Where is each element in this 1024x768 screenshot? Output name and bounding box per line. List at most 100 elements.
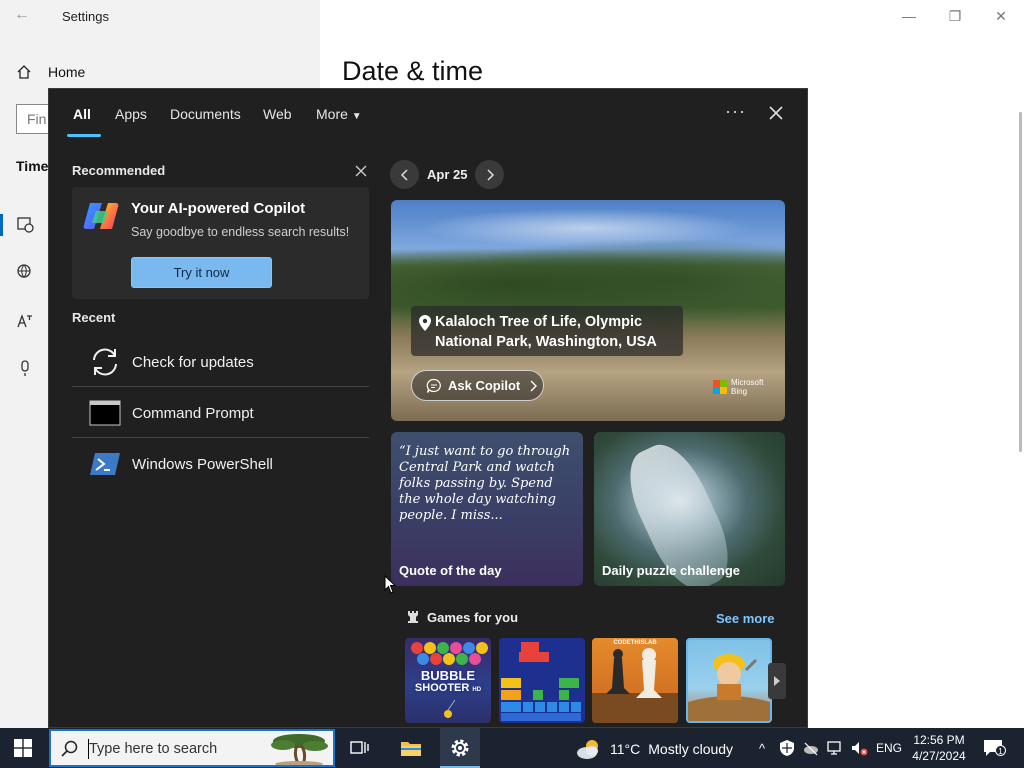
- file-explorer-icon[interactable]: [399, 736, 423, 760]
- taskbar-search-placeholder: Type here to search: [89, 741, 218, 757]
- chevron-right-icon: [530, 380, 538, 391]
- hero-location-box: Kalaloch Tree of Life, Olympic National …: [411, 306, 683, 356]
- chevron-right-icon: [487, 168, 495, 181]
- language-icon[interactable]: [16, 312, 34, 330]
- settings-home-link[interactable]: Home: [16, 64, 85, 80]
- clock-time: 12:56 PM: [913, 733, 965, 747]
- recent-heading: Recent: [72, 310, 116, 325]
- hero-highlight-card[interactable]: Kalaloch Tree of Life, Olympic National …: [391, 200, 785, 421]
- search-panel: All Apps Documents Web More ▼ ··· Recomm…: [48, 88, 808, 728]
- search-tabs: All Apps Documents Web More ▼ ···: [49, 89, 809, 139]
- recent-item-label: Windows PowerShell: [132, 455, 273, 473]
- home-label: Home: [48, 64, 86, 80]
- tab-all[interactable]: All: [73, 106, 91, 122]
- previous-day-button[interactable]: [390, 160, 419, 189]
- scroll-games-right-button[interactable]: [768, 663, 786, 699]
- bonsai-tree-icon: [271, 734, 328, 765]
- recommended-heading: Recommended: [72, 163, 166, 178]
- copilot-card-subtitle: Say goodbye to endless search results!: [131, 225, 350, 239]
- task-view-icon[interactable]: [348, 736, 372, 760]
- recent-item-check-for-updates[interactable]: Check for updates: [72, 337, 369, 387]
- bing-line2: Bing: [731, 387, 748, 396]
- next-day-button[interactable]: [475, 160, 505, 189]
- security-shield-icon[interactable]: [778, 739, 796, 757]
- globe-icon[interactable]: [16, 263, 34, 281]
- recent-item-label: Check for updates: [132, 353, 254, 371]
- bing-line1: Microsoft: [731, 378, 764, 387]
- ask-copilot-button[interactable]: Ask Copilot: [411, 370, 544, 401]
- refresh-icon: [88, 345, 122, 379]
- active-tab-indicator: [67, 134, 101, 137]
- clock-date: 4/27/2024: [912, 749, 966, 763]
- game-tile-chess[interactable]: CODETHISLAB: [592, 638, 678, 723]
- see-more-link[interactable]: See more: [716, 611, 775, 626]
- hero-location-text: Kalaloch Tree of Life, Olympic National …: [435, 314, 657, 350]
- notification-center-button[interactable]: 1: [982, 738, 1006, 758]
- puzzle-card-label: Daily puzzle challenge: [602, 563, 740, 578]
- games-heading: Games for you: [405, 609, 518, 625]
- daily-puzzle-card[interactable]: Daily puzzle challenge: [594, 432, 785, 586]
- microsoft-bing-logo: Microsoft Bing: [713, 378, 763, 396]
- dismiss-recommended-icon[interactable]: [353, 163, 369, 179]
- taskbar-clock[interactable]: 12:56 PM 4/27/2024: [906, 732, 972, 764]
- volume-muted-icon[interactable]: [850, 739, 868, 757]
- calendar-clock-icon[interactable]: [16, 215, 34, 233]
- onedrive-cloud-icon[interactable]: [802, 739, 820, 757]
- input-language-indicator[interactable]: ENG: [876, 741, 902, 755]
- command-prompt-icon: [88, 396, 122, 430]
- highlights-date-nav: Apr 25: [390, 160, 505, 189]
- tab-more-label: More: [316, 106, 348, 122]
- game-tile-miner[interactable]: [686, 638, 772, 723]
- sidebar-selection-indicator: [0, 214, 3, 236]
- tab-apps[interactable]: Apps: [115, 106, 147, 122]
- games-heading-label: Games for you: [427, 609, 519, 625]
- more-options-icon[interactable]: ···: [725, 101, 746, 122]
- page-title: Date & time: [342, 56, 484, 86]
- weather-widget[interactable]: 11°C Mostly cloudy: [576, 738, 733, 760]
- window-controls: — ❐ ✕: [886, 0, 1024, 32]
- bubble-shooter-logo-line1: BUBBLE: [420, 668, 476, 683]
- taskbar: Type here to search 11°C Mostly cloudy ^…: [0, 728, 1024, 768]
- settings-scrollbar[interactable]: [1019, 112, 1022, 452]
- settings-gear-icon: [451, 739, 469, 757]
- time-section-heading: Time: [16, 158, 49, 174]
- close-window-icon[interactable]: ✕: [978, 0, 1024, 32]
- taskbar-search-box[interactable]: Type here to search: [49, 729, 335, 767]
- notification-count: 1: [995, 745, 1006, 756]
- home-icon: [17, 65, 31, 79]
- caret-right-icon: [774, 676, 780, 686]
- copilot-card-title: Your AI-powered Copilot: [131, 200, 306, 217]
- quote-of-the-day-card[interactable]: “I just want to go through Central Park …: [391, 432, 583, 586]
- recent-divider: [72, 437, 369, 438]
- game-tile-bubble-shooter[interactable]: BUBBLE SHOOTER HD: [405, 638, 491, 723]
- microsoft-logo-icon: [713, 380, 727, 394]
- bubble-shooter-logo-line2: SHOOTER: [414, 682, 470, 694]
- chat-bubble-icon: [426, 378, 441, 393]
- settings-taskbar-button[interactable]: [440, 728, 480, 768]
- network-icon[interactable]: [826, 739, 844, 757]
- game-tile-block-puzzle[interactable]: [499, 638, 585, 723]
- recent-item-label: Command Prompt: [132, 404, 254, 422]
- minimize-icon[interactable]: —: [886, 0, 932, 32]
- restore-icon[interactable]: ❐: [932, 0, 978, 32]
- mouse-cursor-icon: [384, 575, 396, 594]
- weather-description: Mostly cloudy: [648, 741, 734, 757]
- chevron-left-icon: [400, 168, 408, 181]
- tab-web[interactable]: Web: [263, 106, 292, 122]
- chess-rook-icon: [408, 611, 418, 623]
- tab-documents[interactable]: Documents: [170, 106, 241, 122]
- quote-text: “I just want to go through Central Park …: [399, 444, 571, 523]
- miner-art: [688, 654, 770, 721]
- show-hidden-icons-chevron-up-icon[interactable]: ^: [753, 739, 771, 757]
- windows-start-icon[interactable]: [14, 739, 32, 757]
- back-arrow-icon[interactable]: ←: [14, 6, 30, 24]
- close-panel-icon[interactable]: [765, 102, 787, 124]
- tab-more[interactable]: More ▼: [316, 106, 362, 122]
- try-it-now-button[interactable]: Try it now: [131, 257, 272, 288]
- powershell-icon: [88, 447, 122, 481]
- recent-item-command-prompt[interactable]: Command Prompt: [72, 388, 369, 438]
- partly-cloudy-icon: [577, 740, 598, 759]
- microphone-icon[interactable]: [16, 359, 34, 377]
- recent-item-windows-powershell[interactable]: Windows PowerShell: [72, 439, 369, 489]
- copilot-logo-icon: [83, 203, 119, 229]
